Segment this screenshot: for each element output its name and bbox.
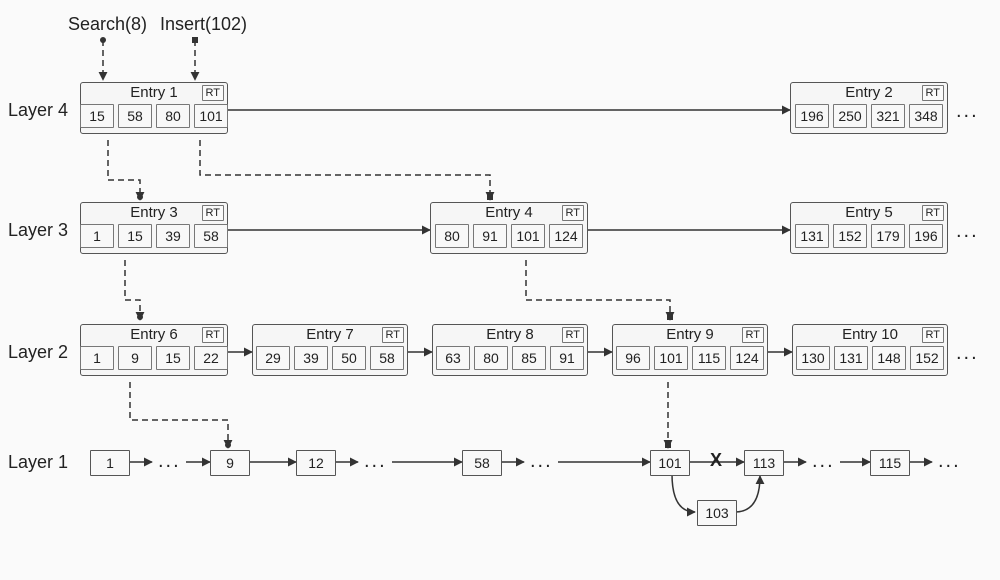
layer-2-label: Layer 2: [8, 342, 68, 363]
key-cell: 96: [616, 346, 650, 370]
rt-badge: RT: [922, 85, 944, 101]
entry-4: Entry 4 RT 80 91 101 124: [430, 202, 588, 254]
entry-3: Entry 3 RT 1 15 39 58: [80, 202, 228, 254]
layer1-node-inserted: 103: [697, 500, 737, 526]
ellipsis: ...: [938, 450, 961, 473]
key-cell: 250: [833, 104, 867, 128]
ellipsis: ...: [530, 450, 553, 473]
key-cell: 321: [871, 104, 905, 128]
key-cell: 91: [550, 346, 584, 370]
key-cell: 101: [654, 346, 688, 370]
key-cell: 152: [833, 224, 867, 248]
key-cell: 131: [834, 346, 868, 370]
rt-badge: RT: [922, 205, 944, 221]
key-cell: 115: [692, 346, 726, 370]
key-cell: 196: [795, 104, 829, 128]
key-cell: 80: [435, 224, 469, 248]
layer-3-label: Layer 3: [8, 220, 68, 241]
entry-8: Entry 8 RT 63 80 85 91: [432, 324, 588, 376]
key-cell: 80: [474, 346, 508, 370]
layer1-node: 9: [210, 450, 250, 476]
key-cell: 58: [118, 104, 152, 128]
key-cell: 131: [795, 224, 829, 248]
layer1-node: 1: [90, 450, 130, 476]
key-cell: 91: [473, 224, 507, 248]
key-cell: 80: [156, 104, 190, 128]
layer1-node: 12: [296, 450, 336, 476]
layer1-node: 115: [870, 450, 910, 476]
key-cell: 39: [294, 346, 328, 370]
key-cell: 124: [730, 346, 764, 370]
entry-1: Entry 1 RT 15 58 80 101: [80, 82, 228, 134]
rt-badge: RT: [202, 85, 224, 101]
entry-7: Entry 7 RT 29 39 50 58: [252, 324, 408, 376]
ellipsis: ...: [956, 100, 979, 123]
layer1-node: 113: [744, 450, 784, 476]
layer1-node: 101: [650, 450, 690, 476]
rt-badge: RT: [562, 205, 584, 221]
rt-badge: RT: [382, 327, 404, 343]
key-cell: 39: [156, 224, 190, 248]
layer-1-label: Layer 1: [8, 452, 68, 473]
layer1-node: 58: [462, 450, 502, 476]
key-cell: 101: [194, 104, 228, 128]
key-cell: 58: [370, 346, 404, 370]
key-cell: 130: [796, 346, 830, 370]
layer-4-label: Layer 4: [8, 100, 68, 121]
entry-6: Entry 6 RT 1 9 15 22: [80, 324, 228, 376]
rt-badge: RT: [922, 327, 944, 343]
key-cell: 9: [118, 346, 152, 370]
key-cell: 22: [194, 346, 228, 370]
key-cell: 1: [80, 224, 114, 248]
entry-10: Entry 10 RT 130 131 148 152: [792, 324, 948, 376]
ellipsis: ...: [956, 342, 979, 365]
key-cell: 15: [118, 224, 152, 248]
key-cell: 15: [80, 104, 114, 128]
ellipsis: ...: [364, 450, 387, 473]
key-cell: 179: [871, 224, 905, 248]
key-cell: 148: [872, 346, 906, 370]
key-cell: 196: [909, 224, 943, 248]
key-cell: 1: [80, 346, 114, 370]
ellipsis: ...: [812, 450, 835, 473]
key-cell: 15: [156, 346, 190, 370]
entry-5: Entry 5 RT 131 152 179 196: [790, 202, 948, 254]
key-cell: 152: [910, 346, 944, 370]
ellipsis: ...: [956, 220, 979, 243]
key-cell: 63: [436, 346, 470, 370]
rt-badge: RT: [742, 327, 764, 343]
x-mark: X: [710, 450, 722, 471]
key-cell: 29: [256, 346, 290, 370]
key-cell: 124: [549, 224, 583, 248]
rt-badge: RT: [202, 205, 224, 221]
key-cell: 348: [909, 104, 943, 128]
search-op-label: Search(8): [68, 14, 147, 35]
key-cell: 50: [332, 346, 366, 370]
entry-9: Entry 9 RT 96 101 115 124: [612, 324, 768, 376]
insert-op-label: Insert(102): [160, 14, 247, 35]
ellipsis: ...: [158, 450, 181, 473]
key-cell: 58: [194, 224, 228, 248]
entry-2: Entry 2 RT 196 250 321 348: [790, 82, 948, 134]
key-cell: 101: [511, 224, 545, 248]
rt-badge: RT: [202, 327, 224, 343]
key-cell: 85: [512, 346, 546, 370]
rt-badge: RT: [562, 327, 584, 343]
